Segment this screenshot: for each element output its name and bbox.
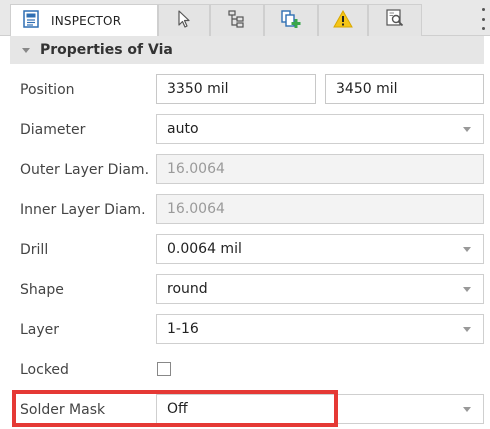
diameter-label: Diameter bbox=[20, 122, 86, 138]
more-options-icon[interactable] bbox=[478, 8, 488, 30]
search-document-icon bbox=[385, 8, 405, 33]
hierarchy-icon bbox=[227, 9, 247, 32]
locked-label: Locked bbox=[20, 362, 69, 378]
solder-mask-label: Solder Mask bbox=[20, 402, 106, 418]
add-part-icon bbox=[280, 9, 302, 33]
chevron-down-icon bbox=[463, 287, 471, 292]
tab-select[interactable] bbox=[158, 4, 210, 36]
outer-layer-diam-label: Outer Layer Diam. bbox=[20, 162, 150, 178]
tab-inspector[interactable]: INSPECTOR bbox=[10, 4, 158, 37]
chevron-down-icon bbox=[463, 327, 471, 332]
section-title: Properties of Via bbox=[40, 42, 173, 58]
locked-checkbox[interactable] bbox=[157, 362, 171, 376]
tab-bar: INSPECTOR bbox=[0, 0, 490, 37]
position-label: Position bbox=[20, 82, 75, 98]
chevron-down-icon bbox=[463, 247, 471, 252]
shape-value: round bbox=[167, 281, 208, 297]
layer-value: 1-16 bbox=[167, 321, 199, 337]
inner-layer-diam-label: Inner Layer Diam. bbox=[20, 202, 146, 218]
solder-mask-value: Off bbox=[167, 401, 188, 417]
warning-icon bbox=[333, 9, 353, 32]
inner-layer-diam-input: 16.0064 bbox=[156, 194, 484, 224]
drill-value: 0.0064 mil bbox=[167, 241, 242, 257]
diameter-select[interactable]: auto bbox=[156, 114, 484, 144]
diameter-value: auto bbox=[167, 121, 199, 137]
layer-label: Layer bbox=[20, 322, 60, 338]
outer-layer-diam-input: 16.0064 bbox=[156, 154, 484, 184]
properties-section-header[interactable]: Properties of Via bbox=[10, 36, 484, 64]
cursor-icon bbox=[176, 9, 192, 32]
tab-find[interactable] bbox=[368, 4, 422, 36]
solder-mask-select[interactable]: Off bbox=[156, 394, 484, 424]
drill-select[interactable]: 0.0064 mil bbox=[156, 234, 484, 264]
shape-label: Shape bbox=[20, 282, 64, 298]
chevron-down-icon bbox=[463, 127, 471, 132]
tab-add-part[interactable] bbox=[264, 4, 318, 36]
collapse-caret-icon[interactable] bbox=[22, 47, 30, 53]
drill-label: Drill bbox=[20, 242, 49, 258]
tab-warnings[interactable] bbox=[318, 4, 368, 36]
tab-inspector-label: INSPECTOR bbox=[51, 14, 122, 28]
chevron-down-icon bbox=[463, 407, 471, 412]
shape-select[interactable]: round bbox=[156, 274, 484, 304]
position-y-input[interactable]: 3450 mil bbox=[325, 74, 484, 104]
layer-select[interactable]: 1-16 bbox=[156, 314, 484, 344]
position-x-input[interactable]: 3350 mil bbox=[156, 74, 316, 104]
tab-hierarchy[interactable] bbox=[210, 4, 264, 36]
inspector-icon bbox=[23, 10, 39, 32]
